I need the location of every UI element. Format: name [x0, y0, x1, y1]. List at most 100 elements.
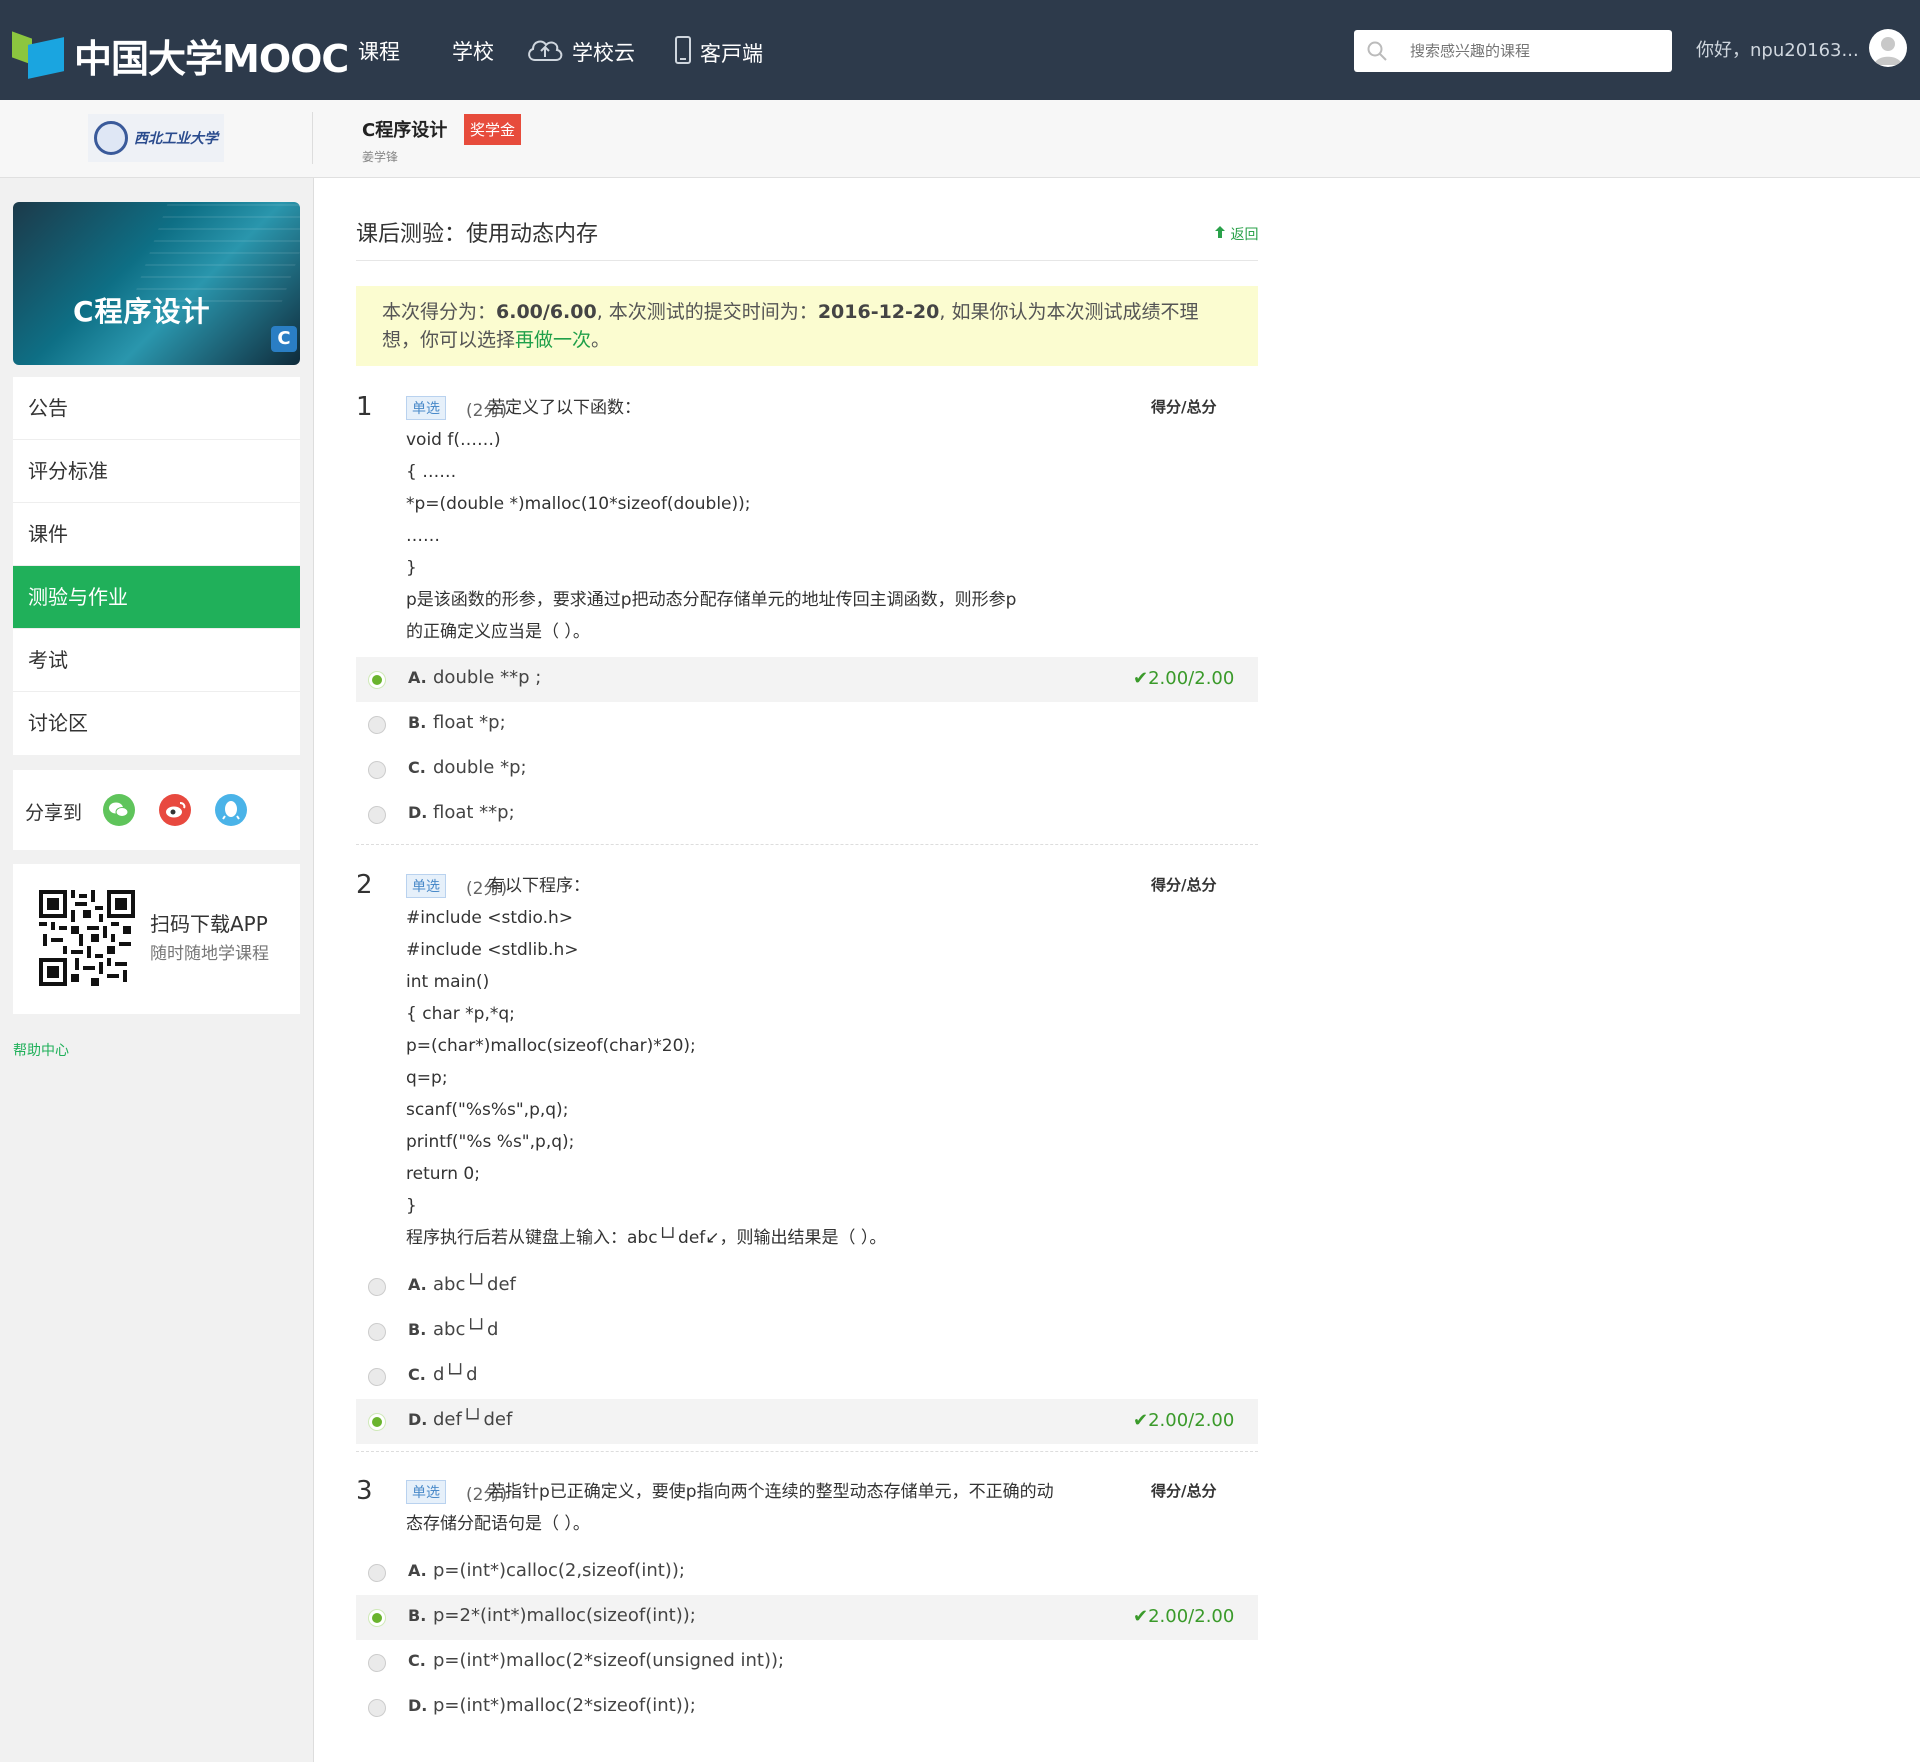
notice-text-1: 本次得分为： — [382, 301, 497, 323]
radio[interactable] — [368, 716, 386, 734]
menu-item-grading[interactable]: 评分标准 — [13, 440, 300, 503]
question-line: return 0; — [406, 1164, 480, 1184]
question-line: 的正确定义应当是（ ）。 — [406, 622, 590, 642]
option-b[interactable]: B. float *p; — [356, 702, 1258, 747]
option-score: ✔2.00/2.00 — [1133, 1606, 1234, 1627]
check-icon: ✔ — [1133, 1410, 1149, 1431]
menu-item-forum[interactable]: 讨论区 — [13, 692, 300, 755]
radio[interactable] — [368, 1278, 386, 1296]
menu-item-courseware[interactable]: 课件 — [13, 503, 300, 566]
redo-link[interactable]: 再做一次 — [515, 329, 591, 351]
option-letter: D. — [408, 1410, 428, 1429]
back-link[interactable]: 返回 — [1214, 224, 1258, 244]
score-header: 得分/总分 — [1151, 398, 1217, 416]
option-text: p=(int*)malloc(2*sizeof(int)); — [433, 1695, 696, 1716]
question-number: 1 — [356, 392, 373, 422]
option-a[interactable]: A. abc└┘def — [356, 1264, 1258, 1309]
top-nav: 中国大学MOOC 课程 学校 学校云 客戸端 你好，npu20163... — [0, 0, 1920, 100]
radio[interactable] — [368, 1699, 386, 1717]
menu-item-exam[interactable]: 考试 — [13, 629, 300, 692]
radio-selected[interactable] — [368, 671, 386, 689]
option-c[interactable]: C. d└┘d — [356, 1354, 1258, 1399]
nav-school-cloud-label: 学校云 — [572, 40, 635, 65]
option-a[interactable]: A. double **p ; ✔2.00/2.00 — [356, 657, 1258, 702]
option-d[interactable]: D. float **p; — [356, 792, 1258, 837]
phone-icon — [674, 36, 692, 69]
radio[interactable] — [368, 1368, 386, 1386]
option-a[interactable]: A. p=(int*)calloc(2,sizeof(int)); — [356, 1550, 1258, 1595]
search-icon[interactable] — [1366, 40, 1387, 61]
nav-client[interactable]: 客戸端 — [674, 36, 763, 69]
weibo-icon[interactable] — [159, 794, 191, 826]
option-letter: C. — [408, 1365, 426, 1384]
school-seal-icon — [94, 121, 128, 155]
scholarship-badge[interactable]: 奖学金 — [464, 114, 522, 145]
share-panel: 分享到 — [13, 770, 300, 850]
option-letter: C. — [408, 758, 426, 777]
question-line: 若定义了以下函数： — [488, 398, 641, 418]
course-banner: C程序设计 C — [13, 202, 300, 365]
help-center-link[interactable]: 帮助中心 — [13, 1040, 69, 1060]
option-c[interactable]: C. p=(int*)malloc(2*sizeof(unsigned int)… — [356, 1640, 1258, 1685]
qq-icon[interactable] — [215, 794, 247, 826]
school-logo[interactable]: 西北工业大学 — [88, 114, 224, 162]
avatar[interactable] — [1869, 29, 1907, 67]
question-line: …… — [406, 526, 440, 546]
radio[interactable] — [368, 806, 386, 824]
option-letter: D. — [408, 1696, 428, 1715]
radio[interactable] — [368, 1654, 386, 1672]
option-c[interactable]: C. double *p; — [356, 747, 1258, 792]
radio[interactable] — [368, 761, 386, 779]
nav-courses[interactable]: 课程 — [358, 36, 400, 66]
radio-selected[interactable] — [368, 1413, 386, 1431]
course-teacher: 姜学锋 — [362, 150, 399, 164]
radio[interactable] — [368, 1323, 386, 1341]
option-score: ✔2.00/2.00 — [1133, 668, 1234, 689]
mooc-logo[interactable]: 中国大学MOOC — [12, 28, 349, 83]
radio[interactable] — [368, 1564, 386, 1582]
option-text: d└┘d — [433, 1364, 478, 1385]
notice-text-2: , 本次测试的提交时间为： — [596, 301, 818, 323]
question-type-badge: 单选 — [406, 396, 446, 420]
option-text: float *p; — [433, 712, 506, 733]
score-header: 得分/总分 — [1151, 876, 1217, 894]
nav-school-cloud[interactable]: 学校云 — [526, 36, 635, 67]
question-line: #include <stdlib.h> — [406, 940, 579, 960]
nav-courses-label: 课程 — [358, 40, 400, 64]
course-title[interactable]: C程序设计 — [362, 116, 447, 142]
option-b[interactable]: B. p=2*(int*)malloc(sizeof(int)); ✔2.00/… — [356, 1595, 1258, 1640]
main-content: 课后测验：使用动态内存 返回 本次得分为：6.00/6.00, 本次测试的提交时… — [313, 178, 1920, 1762]
user-greeting[interactable]: 你好，npu20163... — [1696, 36, 1859, 62]
radio-selected[interactable] — [368, 1609, 386, 1627]
option-text: p=(int*)calloc(2,sizeof(int)); — [433, 1560, 685, 1581]
question-line: { char *p,*q; — [406, 1004, 515, 1024]
menu-item-quiz-homework[interactable]: 测验与作业 — [13, 566, 300, 629]
option-text: double *p; — [433, 757, 527, 778]
option-d[interactable]: D. p=(int*)malloc(2*sizeof(int)); — [356, 1685, 1258, 1730]
notice-text-4: 。 — [591, 329, 611, 351]
search-input[interactable] — [1410, 38, 1660, 64]
option-letter: B. — [408, 1606, 427, 1625]
app-download-subtitle: 随时随地学课程 — [150, 944, 269, 964]
option-letter: B. — [408, 1320, 427, 1339]
option-d[interactable]: D. def└┘def ✔2.00/2.00 — [356, 1399, 1258, 1444]
question-number: 2 — [356, 870, 373, 900]
nav-schools[interactable]: 学校 — [452, 36, 494, 66]
question-line: int main() — [406, 972, 490, 992]
score-notice: 本次得分为：6.00/6.00, 本次测试的提交时间为：2016-12-20, … — [356, 286, 1258, 366]
question-line: *p=(double *)malloc(10*sizeof(double)); — [406, 494, 751, 514]
option-letter: A. — [408, 1561, 427, 1580]
wechat-icon[interactable] — [103, 794, 135, 826]
option-text: p=(int*)malloc(2*sizeof(unsigned int)); — [433, 1650, 785, 1671]
search-box — [1354, 30, 1672, 72]
page-title: 课后测验：使用动态内存 — [356, 222, 599, 247]
c-language-icon: C — [271, 326, 297, 352]
menu-item-announcement[interactable]: 公告 — [13, 377, 300, 440]
back-arrow-icon — [1214, 226, 1230, 243]
qr-code-icon[interactable] — [39, 890, 135, 986]
banner-title: C程序设计 — [73, 295, 211, 328]
notice-score: 6.00/6.00 — [496, 301, 597, 323]
option-letter: A. — [408, 1275, 427, 1294]
option-b[interactable]: B. abc└┘d — [356, 1309, 1258, 1354]
option-letter: D. — [408, 803, 428, 822]
